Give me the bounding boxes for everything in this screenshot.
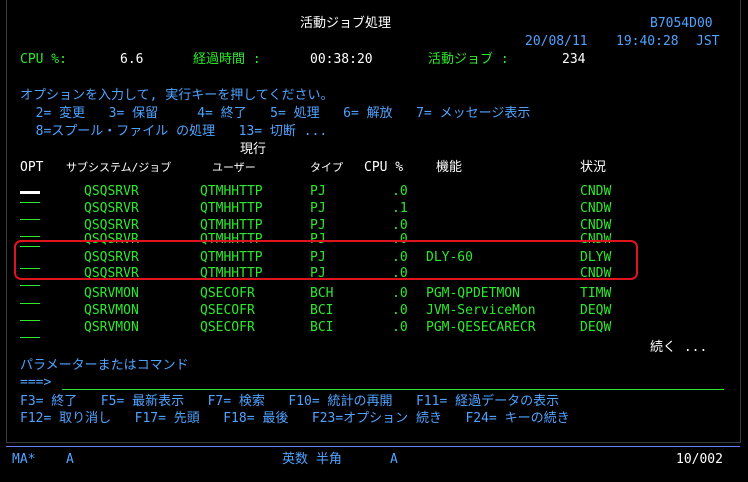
command-prompt: ===>: [20, 375, 52, 390]
job-type: BCI: [310, 320, 334, 335]
job-type: BCI: [310, 303, 334, 318]
job-status: DEQW: [580, 320, 612, 335]
job-cpu: .0: [392, 286, 408, 301]
job-name: QSQSRVR: [84, 184, 139, 199]
opt-input-field[interactable]: [20, 219, 40, 220]
column-header-subsystem-job: サブシステム/ジョブ: [66, 161, 172, 174]
column-header-function: 機能: [436, 160, 463, 175]
job-cpu: .0: [392, 184, 408, 199]
column-header-cpu: CPU %: [364, 160, 404, 175]
cpu-value: 6.6: [120, 52, 144, 67]
opt-input-field[interactable]: [20, 202, 40, 203]
job-name: QSRVMON: [84, 303, 139, 318]
input-flag: A: [390, 452, 398, 467]
column-header-current: 現行: [240, 142, 267, 157]
opt-input-field[interactable]: [20, 337, 40, 338]
job-user: QSECOFR: [200, 320, 255, 335]
cpu-label: CPU %:: [20, 52, 67, 67]
job-cpu: .0: [392, 303, 408, 318]
input-mode: 英数 半角: [282, 452, 342, 467]
function-keys-2: F12= 取り消し F17= 先頭 F18= 最後 F23=オプション 続き F…: [20, 411, 570, 426]
column-header-status: 状況: [580, 160, 607, 175]
command-input[interactable]: [62, 389, 724, 390]
screen-title: 活動ジョブ処理: [300, 16, 392, 31]
job-type: PJ: [310, 184, 326, 199]
column-header-opt: OPT: [20, 160, 44, 175]
option-list-1: 2= 変更 3= 保留 4= 終了 5= 処理 6= 解放 7= メッセージ表示: [20, 106, 531, 121]
job-name: QSRVMON: [84, 320, 139, 335]
opt-input-field[interactable]: [20, 303, 40, 304]
function-keys-1: F3= 終了 F5= 最新表示 F7= 検索 F10= 統計の再開 F11= 経…: [20, 394, 560, 409]
timezone: JST: [696, 34, 720, 49]
session-mode: A: [66, 452, 74, 467]
job-user: QSECOFR: [200, 303, 255, 318]
job-user: QTMHHTTP: [200, 201, 263, 216]
current-time: 19:40:28: [616, 34, 679, 49]
column-header-type: タイプ: [310, 161, 343, 174]
current-date: 20/08/11: [525, 34, 588, 49]
job-function: PGM-QESECARECR: [426, 320, 536, 335]
option-list-2: 8=スプール・ファイル の処理 13= 切断 ...: [20, 124, 328, 139]
system-name: B7054D00: [650, 16, 713, 31]
highlight-box: [14, 240, 638, 280]
job-cpu: .0: [392, 320, 408, 335]
instruction-prompt: オプションを入力して, 実行キーを押してください。: [20, 88, 334, 103]
job-cpu: .1: [392, 201, 408, 216]
more-indicator: 続く ...: [650, 340, 708, 355]
job-type: PJ: [310, 201, 326, 216]
status-bar-separator: [6, 446, 740, 447]
cursor-position: 10/002: [676, 452, 723, 467]
elapsed-value: 00:38:20: [310, 52, 373, 67]
job-user: QSECOFR: [200, 286, 255, 301]
job-status: CNDW: [580, 184, 612, 199]
job-function: PGM-QPDETMON: [426, 286, 520, 301]
opt-input-field[interactable]: [20, 320, 40, 321]
job-status: CNDW: [580, 201, 612, 216]
active-jobs-label: 活動ジョブ :: [428, 52, 509, 67]
active-jobs-value: 234: [562, 52, 586, 67]
job-user: QTMHHTTP: [200, 184, 263, 199]
command-label: パラメーターまたはコマンド: [20, 358, 189, 373]
job-name: QSRVMON: [84, 286, 139, 301]
job-name: QSQSRVR: [84, 201, 139, 216]
job-status: DEQW: [580, 303, 612, 318]
session-indicator: MA*: [12, 452, 36, 467]
elapsed-label: 経過時間 :: [193, 52, 261, 67]
column-header-user: ユーザー: [212, 161, 256, 174]
text-cursor: [20, 191, 40, 194]
opt-input-field[interactable]: [20, 236, 40, 237]
opt-input-field[interactable]: [20, 285, 40, 286]
job-function: JVM-ServiceMon: [426, 303, 536, 318]
job-status: TIMW: [580, 286, 612, 301]
job-type: BCH: [310, 286, 334, 301]
